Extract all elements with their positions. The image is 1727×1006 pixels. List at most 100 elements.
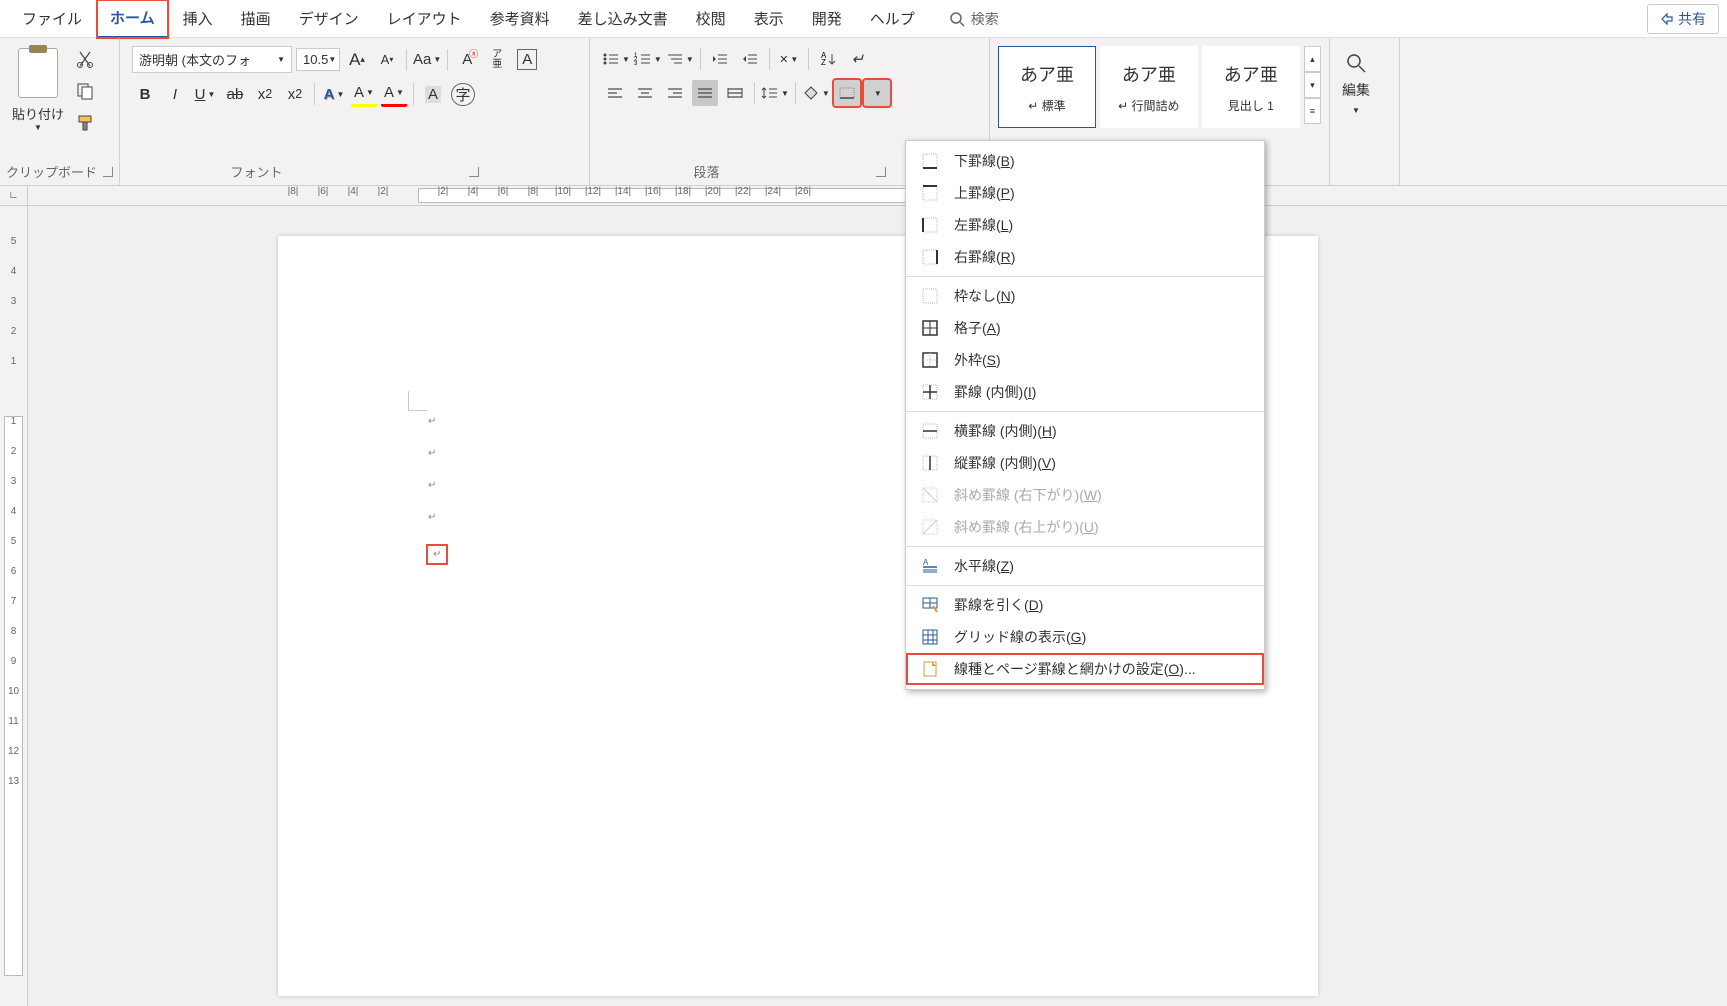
menu-inside-h-border[interactable]: 横罫線 (内側)(H) [906, 415, 1264, 447]
cut-button[interactable] [74, 48, 96, 70]
clipboard-dialog-launcher[interactable] [103, 167, 113, 177]
asian-layout-button[interactable]: ✕▼ [776, 46, 802, 72]
font-dialog-launcher[interactable] [469, 167, 479, 177]
ruler-tick: 11 [0, 716, 27, 746]
menu-borders-shading-settings[interactable]: 線種とページ罫線と網かけの設定(O)... [906, 653, 1264, 685]
align-right-button[interactable] [662, 80, 688, 106]
change-case-button[interactable]: Aa▼ [413, 47, 441, 73]
font-name-select[interactable]: 游明朝 (本文のフォ▼ [132, 46, 292, 73]
italic-button[interactable]: I [162, 81, 188, 107]
menu-inside-v-border[interactable]: 縦罫線 (内側)(V) [906, 447, 1264, 479]
increase-font-button[interactable]: A▴ [344, 47, 370, 73]
paste-label: 貼り付け [12, 104, 64, 123]
style-heading1[interactable]: あア亜 見出し 1 [1202, 46, 1300, 128]
superscript-button[interactable]: x2 [282, 81, 308, 107]
font-color-button[interactable]: A▼ [381, 81, 407, 107]
phonetic-guide-button[interactable]: ア亜 [484, 47, 510, 73]
menu-all-borders[interactable]: 格子(A) [906, 312, 1264, 344]
search-box[interactable]: 検索 [949, 9, 999, 29]
copy-button[interactable] [74, 80, 96, 102]
decrease-indent-button[interactable] [707, 46, 733, 72]
ribbon: 貼り付け ▼ クリップボード 游明朝 (本文のフォ▼ 10.5▼ A▴ A▾ A… [0, 38, 1727, 186]
borders-button[interactable] [834, 80, 860, 106]
bold-button[interactable]: B [132, 81, 158, 107]
format-painter-button[interactable] [74, 112, 96, 134]
shading-button[interactable]: ▼ [802, 80, 830, 106]
show-marks-button[interactable]: ↵ [845, 46, 871, 72]
ruler-tick [878, 186, 908, 205]
ruler-tick: 5 [0, 536, 27, 566]
bullets-button[interactable]: ▼ [602, 46, 630, 72]
tab-file[interactable]: ファイル [8, 0, 96, 37]
styles-expand[interactable]: ≡ [1304, 98, 1321, 124]
subscript-button[interactable]: x2 [252, 81, 278, 107]
tab-home[interactable]: ホーム [96, 0, 169, 39]
enclose-char-button[interactable]: 字 [450, 81, 476, 107]
line-spacing-button[interactable]: ▼ [761, 80, 789, 106]
align-center-button[interactable] [632, 80, 658, 106]
ruler-tick: |20| [698, 186, 728, 205]
font-size-select[interactable]: 10.5▼ [296, 48, 340, 71]
sort-button[interactable]: AZ [815, 46, 841, 72]
vertical-ruler[interactable]: 5432112345678910111213 [0, 206, 28, 1006]
increase-indent-button[interactable] [737, 46, 763, 72]
menu-draw-table[interactable]: 罫線を引く(D) [906, 589, 1264, 621]
search-icon [1345, 52, 1367, 74]
borders-dropdown[interactable]: ▼ [864, 80, 890, 106]
distribute-button[interactable] [722, 80, 748, 106]
edit-button[interactable]: 編集 ▼ [1336, 42, 1376, 125]
menu-top-border[interactable]: 上罫線(P) [906, 177, 1264, 209]
char-shading-button[interactable]: A [420, 81, 446, 107]
menu-outside-borders[interactable]: 外枠(S) [906, 344, 1264, 376]
ruler-tick: 2 [0, 446, 27, 476]
tab-layout[interactable]: レイアウト [373, 0, 476, 37]
styles-scroll-up[interactable]: ▴ [1304, 46, 1321, 72]
tab-design[interactable]: デザイン [285, 0, 373, 37]
ruler-tick [848, 186, 878, 205]
ruler-tick [398, 186, 428, 205]
decrease-font-button[interactable]: A▾ [374, 47, 400, 73]
char-border-button[interactable]: A [514, 47, 540, 73]
search-icon [949, 11, 965, 27]
paragraph-dialog-launcher[interactable] [876, 167, 886, 177]
tab-insert[interactable]: 挿入 [169, 0, 227, 37]
border-all-icon [920, 318, 940, 338]
highlight-button[interactable]: A▼ [351, 81, 377, 107]
menu-bottom-border[interactable]: 下罫線(B) [906, 145, 1264, 177]
menu-no-border[interactable]: 枠なし(N) [906, 280, 1264, 312]
share-button[interactable]: 共有 [1647, 4, 1719, 34]
strikethrough-button[interactable]: ab [222, 81, 248, 107]
align-justify-button[interactable] [692, 80, 718, 106]
tab-view[interactable]: 表示 [740, 0, 798, 37]
ruler-tick: |6| [308, 186, 338, 205]
tab-review[interactable]: 校閲 [682, 0, 740, 37]
horizontal-ruler[interactable]: |8||6||4||2||2||4||6||8||10||12||14||16|… [28, 186, 1727, 206]
menu-inside-borders[interactable]: 罫線 (内側)(I) [906, 376, 1264, 408]
styles-scroll-down[interactable]: ▾ [1304, 72, 1321, 98]
ruler-tick: 10 [0, 686, 27, 716]
clear-format-button[interactable]: Aⓧ [454, 47, 480, 73]
paste-icon [18, 48, 58, 98]
tab-help[interactable]: ヘルプ [856, 0, 929, 37]
tab-references[interactable]: 参考資料 [476, 0, 564, 37]
style-nospace[interactable]: あア亜 ↵ 行間詰め [1100, 46, 1198, 128]
text-effects-button[interactable]: A▼ [321, 81, 347, 107]
menu-right-border[interactable]: 右罫線(R) [906, 241, 1264, 273]
paste-button[interactable]: 貼り付け ▼ [6, 42, 70, 138]
menu-horizontal-line[interactable]: A 水平線(Z) [906, 550, 1264, 582]
menu-left-border[interactable]: 左罫線(L) [906, 209, 1264, 241]
ruler-tick: 6 [0, 566, 27, 596]
menu-view-gridlines[interactable]: グリッド線の表示(G) [906, 621, 1264, 653]
border-top-icon [920, 183, 940, 203]
align-left-button[interactable] [602, 80, 628, 106]
style-heading1-label: 見出し 1 [1228, 99, 1274, 113]
crop-mark-icon [408, 391, 428, 411]
underline-button[interactable]: U▼ [192, 81, 218, 107]
multilevel-list-button[interactable]: ▼ [666, 46, 694, 72]
ruler-tick: |4| [458, 186, 488, 205]
tab-draw[interactable]: 描画 [227, 0, 285, 37]
numbering-button[interactable]: 123▼ [634, 46, 662, 72]
tab-developer[interactable]: 開発 [798, 0, 856, 37]
style-normal[interactable]: あア亜 ↵ 標準 [998, 46, 1096, 128]
tab-mailings[interactable]: 差し込み文書 [564, 0, 682, 37]
